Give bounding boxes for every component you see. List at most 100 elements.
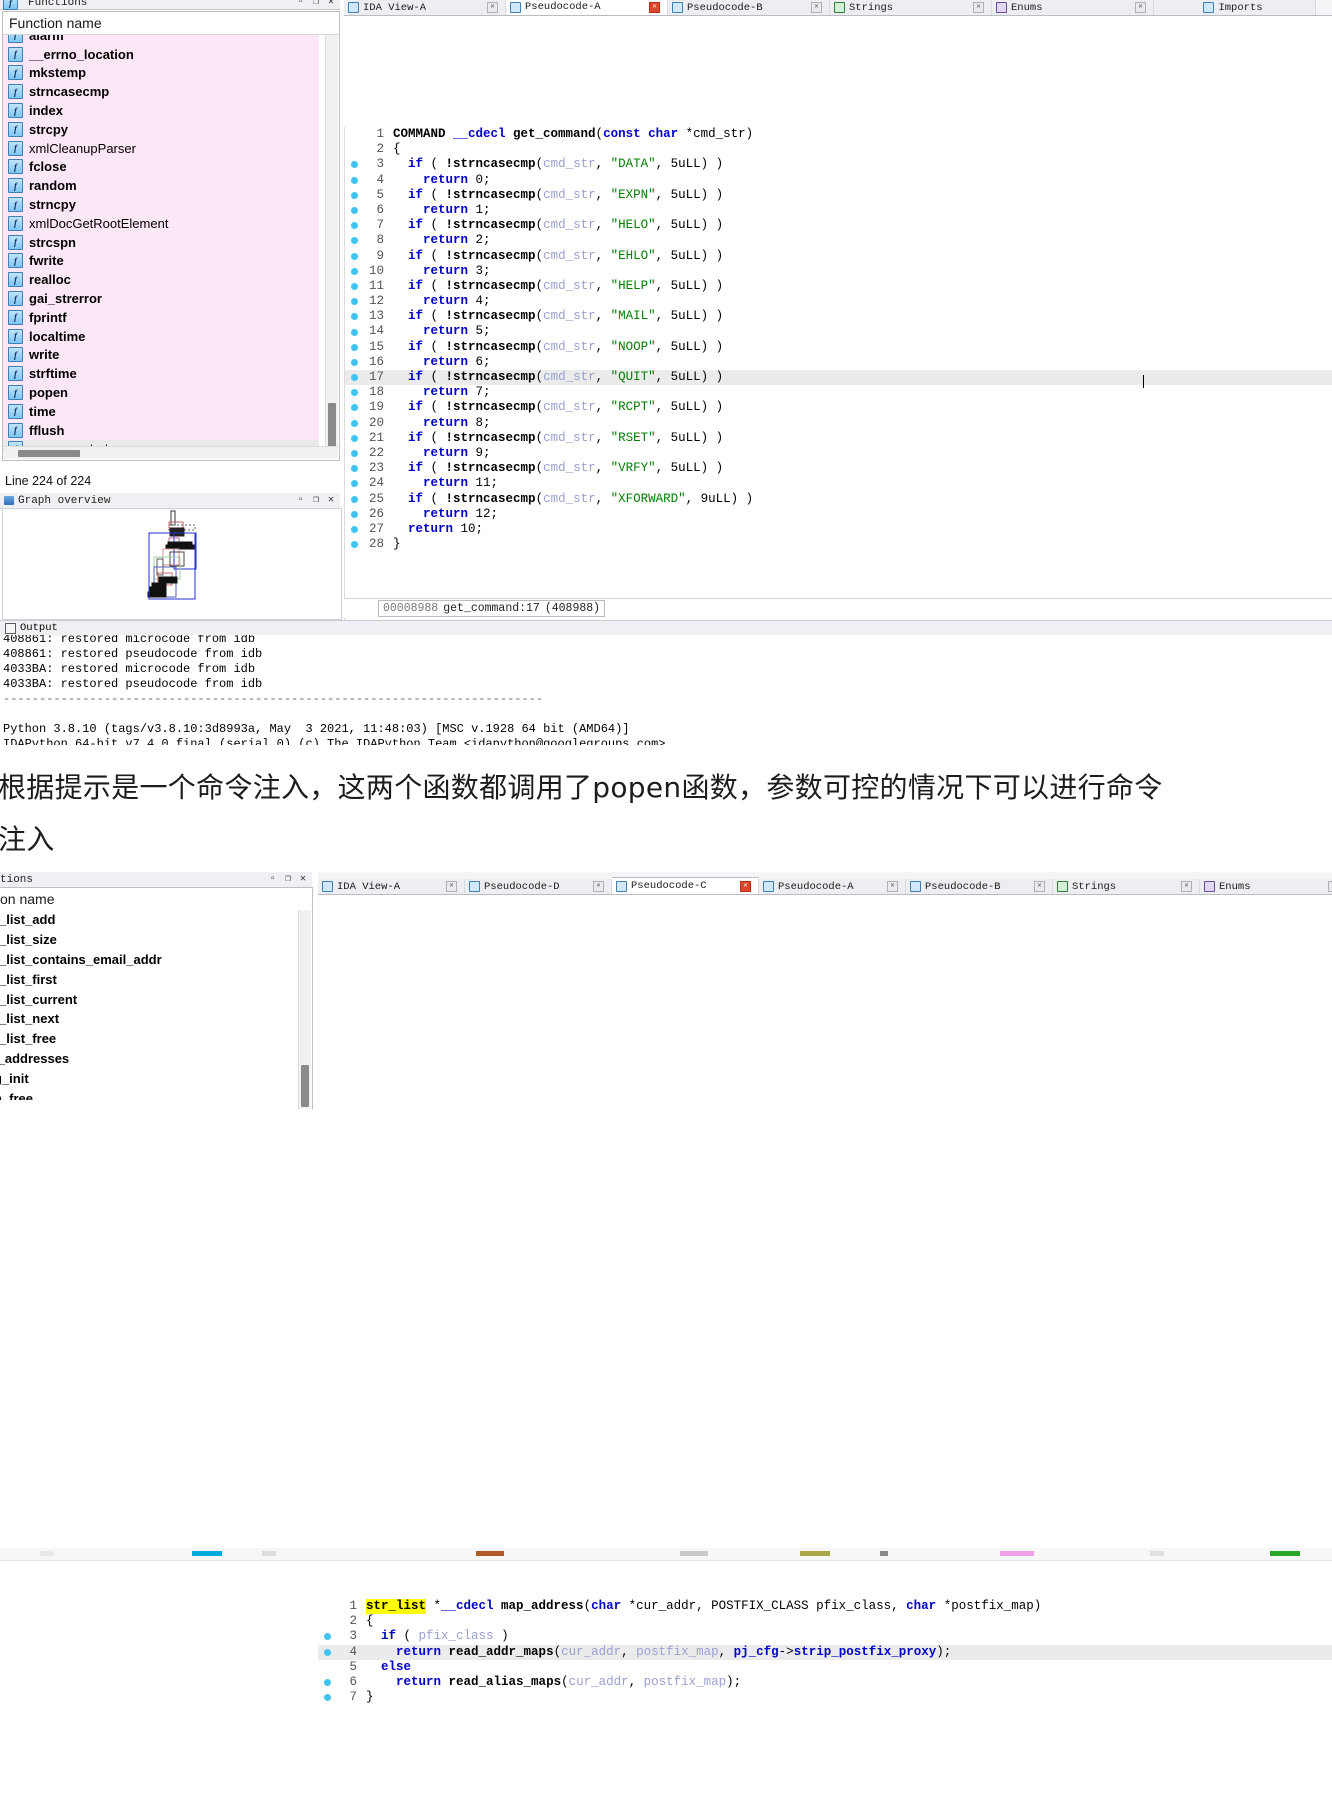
navigator-segment[interactable] [1150, 1551, 1164, 1556]
tab-pseudocode-a[interactable]: Pseudocode-A ✕ [506, 0, 668, 15]
code-line[interactable]: 1 COMMAND __cdecl get_command(const char … [345, 127, 1332, 142]
code-line[interactable]: 15 if ( !strncasecmp(cmd_str, "NOOP", 5u… [345, 340, 1332, 355]
breakpoint-dot-icon[interactable] [351, 434, 358, 442]
code-line[interactable]: 4 return 0; [345, 173, 1332, 188]
functions-vscrollbar[interactable] [325, 35, 338, 458]
tab-close-icon[interactable]: ✕ [1034, 881, 1045, 892]
code-line[interactable]: 18 return 7; [345, 385, 1332, 400]
breakpoint-dot-icon[interactable] [324, 1633, 331, 1641]
function-list-item[interactable]: r_list_next [0, 1009, 292, 1029]
navigator-segment[interactable] [476, 1551, 504, 1556]
code-line[interactable]: 2{ [345, 142, 1332, 157]
function-list-item[interactable]: f strncpy [3, 195, 319, 214]
float-icon[interactable]: ❐ [313, 0, 319, 8]
navigator-segment[interactable] [262, 1551, 276, 1556]
breakpoint-dot-icon[interactable] [351, 313, 358, 321]
function-list-item[interactable]: f fwrite [3, 252, 319, 271]
breakpoint-dot-icon[interactable] [324, 1694, 331, 1702]
function-list-item[interactable]: g_init [0, 1068, 292, 1088]
code-line[interactable]: 7 if ( !strncasecmp(cmd_str, "HELO", 5uL… [345, 218, 1332, 233]
breakpoint-dot-icon[interactable] [351, 525, 358, 533]
breakpoint-dot-icon[interactable] [351, 374, 358, 382]
float-icon[interactable]: ❐ [313, 495, 319, 506]
function-list-item[interactable]: f localtime [3, 327, 319, 346]
code-line[interactable]: 3 if ( pfix_class ) [318, 1629, 1332, 1644]
function-list-item[interactable]: f __errno_location [3, 45, 319, 64]
function-list-item[interactable]: f fflush [3, 421, 319, 440]
bottom-tab-strings[interactable]: Strings ✕ [1053, 879, 1200, 894]
breakpoint-dot-icon[interactable] [324, 1648, 331, 1656]
code-line[interactable]: 13 if ( !strncasecmp(cmd_str, "MAIL", 5u… [345, 309, 1332, 324]
tab-strings[interactable]: Strings ✕ [830, 0, 992, 15]
bottom-functions-vscrollbar[interactable] [298, 910, 311, 1109]
top-window-tabbar[interactable]: IDA View-A ✕ Pseudocode-A ✕ Pseudocode-B ✕ Str… [344, 0, 1332, 16]
close-icon[interactable]: ✕ [328, 495, 334, 506]
function-list-item[interactable]: f fprintf [3, 308, 319, 327]
breakpoint-dot-icon[interactable] [351, 450, 358, 458]
breakpoint-dot-icon[interactable] [351, 161, 358, 169]
code-line[interactable]: 25 if ( !strncasecmp(cmd_str, "XFORWARD"… [345, 492, 1332, 507]
code-line[interactable]: 2{ [318, 1614, 1332, 1629]
breakpoint-dot-icon[interactable] [351, 191, 358, 199]
code-line[interactable]: 6 return read_alias_maps(cur_addr, postf… [318, 1675, 1332, 1690]
code-line[interactable]: 3 if ( !strncasecmp(cmd_str, "DATA", 5uL… [345, 157, 1332, 172]
tab-close-icon[interactable]: ✕ [887, 881, 898, 892]
function-list-item[interactable]: f random [3, 176, 319, 195]
code-line[interactable]: 4 return read_addr_maps(cur_addr, postfi… [318, 1644, 1332, 1660]
output-window-titlebar[interactable]: Output [0, 620, 1332, 636]
breakpoint-dot-icon[interactable] [351, 176, 358, 184]
code-line[interactable]: 24 return 11; [345, 476, 1332, 491]
navigator-segment[interactable] [880, 1551, 888, 1556]
graph-overview-canvas[interactable] [2, 508, 342, 620]
pseudocode-c-editor[interactable]: 1 str_list * __cdecl map_address(char *cur… [318, 1599, 1332, 1813]
functions-hscrollbar-thumb[interactable] [18, 450, 80, 457]
breakpoint-dot-icon[interactable] [351, 495, 358, 503]
function-list-item[interactable]: f mkstemp [3, 64, 319, 83]
bottom-window-tabbar[interactable]: IDA View-A ✕ Pseudocode-D ✕ Pseudocode-C ✕ Pse… [318, 872, 1332, 895]
tab-imports[interactable]: Imports [1154, 0, 1316, 15]
breakpoint-dot-icon[interactable] [324, 1679, 331, 1687]
output-window-body[interactable]: 408861: restored microcode from idb 40886… [0, 635, 1332, 745]
function-list-item[interactable]: f alarm [3, 35, 319, 45]
tab-close-icon[interactable]: ✕ [649, 1, 660, 13]
code-line[interactable]: 8 return 2; [345, 233, 1332, 248]
function-list-item[interactable]: n_free [0, 1088, 292, 1100]
tab-enums[interactable]: Enums ✕ [992, 0, 1154, 15]
functions-window-titlebar[interactable]: f Functions ▫ ❐ ✕ [0, 0, 340, 10]
function-list-item[interactable]: f xmlDocGetRootElement [3, 214, 319, 233]
code-line[interactable]: 28} [345, 537, 1332, 552]
code-line[interactable]: 11 if ( !strncasecmp(cmd_str, "HELP", 5u… [345, 279, 1332, 294]
code-line[interactable]: 26 return 12; [345, 507, 1332, 522]
tab-close-icon[interactable]: ✕ [811, 2, 822, 13]
close-icon[interactable]: ✕ [300, 874, 306, 885]
code-line[interactable]: 12 return 4; [345, 294, 1332, 309]
breakpoint-dot-icon[interactable] [351, 419, 358, 427]
breakpoint-dot-icon[interactable] [351, 222, 358, 230]
function-list-item[interactable]: f realloc [3, 270, 319, 289]
code-line[interactable]: 20 return 8; [345, 416, 1332, 431]
breakpoint-dot-icon[interactable] [351, 267, 358, 275]
bottom-tab-pseudocode-c[interactable]: Pseudocode-C ✕ [612, 877, 759, 894]
function-list-item[interactable]: r_list_contains_email_addr [0, 950, 292, 970]
functions-hscrollbar[interactable] [4, 446, 338, 459]
tab-close-icon[interactable]: ✕ [740, 880, 751, 892]
bottom-function-name-column-header[interactable]: on name [0, 888, 312, 910]
breakpoint-dot-icon[interactable] [351, 465, 358, 473]
function-list-item[interactable]: r_list_add [0, 910, 292, 930]
function-list-item[interactable]: f index [3, 101, 319, 120]
bottom-tab-enums[interactable]: Enums ✕ [1200, 879, 1332, 894]
breakpoint-dot-icon[interactable] [351, 237, 358, 245]
bottom-tab-pseudocode-b[interactable]: Pseudocode-B ✕ [906, 879, 1053, 894]
tab-close-icon[interactable]: ✕ [1135, 2, 1146, 13]
code-line[interactable]: 5 if ( !strncasecmp(cmd_str, "EXPN", 5uL… [345, 188, 1332, 203]
code-line[interactable]: 27 return 10; [345, 522, 1332, 537]
tab-pseudocode-b[interactable]: Pseudocode-B ✕ [668, 0, 830, 15]
tab-close-icon[interactable]: ✕ [1328, 881, 1332, 892]
tab-close-icon[interactable]: ✕ [973, 2, 984, 13]
functions-list[interactable]: f alarm f __errno_location f mkstemp f strncase… [3, 35, 319, 453]
function-list-item[interactable]: f gai_strerror [3, 289, 319, 308]
tab-close-icon[interactable]: ✕ [446, 881, 457, 892]
code-line[interactable]: 6 return 1; [345, 203, 1332, 218]
function-list-item[interactable]: f strcspn [3, 233, 319, 252]
tab-close-icon[interactable]: ✕ [1181, 881, 1192, 892]
